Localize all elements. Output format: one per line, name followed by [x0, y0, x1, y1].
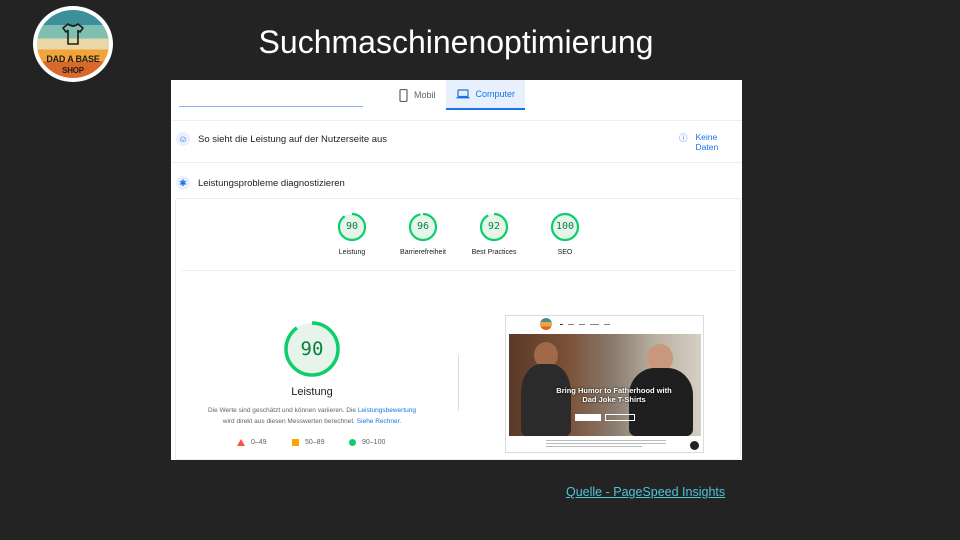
score-label: SEO: [557, 249, 573, 256]
score-label: Leistung: [338, 249, 366, 256]
tab-mobile[interactable]: Mobil: [389, 80, 446, 110]
divider: [181, 270, 736, 271]
url-underline: [179, 106, 363, 107]
score-gauge: 96: [408, 212, 438, 242]
divider: [171, 162, 742, 163]
diagnose-label: Leistungsprobleme diagnostizieren: [198, 177, 345, 189]
preview-hero-image: Bring Humor to Fatherhood with Dad Joke …: [509, 334, 701, 436]
score-performance[interactable]: 90 Leistung: [312, 212, 392, 256]
main-score-value: 90: [300, 338, 324, 360]
score-value: 96: [416, 221, 430, 232]
laptop-icon: [456, 89, 470, 99]
square-icon: [292, 439, 299, 446]
legend-label: 0–49: [251, 439, 267, 446]
tab-mobile-label: Mobil: [414, 90, 436, 100]
device-tabs: Mobil Computer: [389, 80, 526, 110]
note-text: wird direkt aus diesen Messwerten berech…: [222, 418, 357, 425]
score-gauge: 90: [337, 212, 367, 242]
no-data-label: Keine Daten: [695, 132, 719, 152]
calculator-link[interactable]: Siehe Rechner.: [357, 418, 401, 425]
preview-button: [575, 414, 601, 421]
preview-button: [605, 414, 635, 421]
field-data-row[interactable]: ☺ So sieht die Leistung auf der Nutzerse…: [176, 130, 387, 148]
score-value: 90: [345, 221, 359, 232]
chat-icon: [690, 441, 699, 450]
performance-score-link[interactable]: Leistungsbewertung: [358, 407, 416, 414]
legend-label: 90–100: [362, 439, 386, 446]
note-text: Die Werte sind geschätzt und können vari…: [207, 407, 358, 414]
field-data-label: So sieht die Leistung auf der Nutzerseit…: [198, 133, 388, 145]
score-accessibility[interactable]: 96 Barrierefreiheit: [383, 212, 463, 256]
no-data-link[interactable]: ⓘ Keine Daten: [679, 132, 742, 152]
source-link[interactable]: Quelle - PageSpeed Insights: [566, 485, 725, 499]
score-gauge: 92: [479, 212, 509, 242]
score-value: 100: [555, 221, 575, 232]
preview-navbar: ▬ ▬▬ ▬▬ ▬▬▬ ▬▬: [506, 316, 703, 332]
triangle-icon: [237, 439, 245, 446]
score-label: Barrierefreiheit: [400, 249, 446, 256]
divider: [171, 120, 742, 121]
main-score-label: Leistung: [291, 386, 333, 398]
page-preview-thumbnail: ▬ ▬▬ ▬▬ ▬▬▬ ▬▬ Bring Humor to Fatherhood…: [505, 315, 704, 453]
info-icon: ⓘ: [679, 133, 688, 143]
legend-item-pass: 90–100: [349, 439, 385, 446]
people-icon: ☺: [176, 132, 190, 146]
preview-logo: [540, 318, 552, 330]
smartphone-icon: [399, 88, 408, 102]
score-seo[interactable]: 100 SEO: [525, 212, 605, 256]
legend-item-average: 50–89: [292, 439, 324, 446]
slide-title: Suchmaschinenoptimierung: [258, 24, 654, 60]
lighthouse-icon: ✱: [176, 176, 190, 190]
circle-icon: [349, 439, 356, 446]
main-score-gauge: 90: [283, 320, 341, 378]
logo-text-line2: SHOP: [62, 66, 84, 75]
legend-item-fail: 0–49: [237, 439, 267, 446]
legend-label: 50–89: [305, 439, 325, 446]
score-value: 92: [487, 221, 501, 232]
score-best-practices[interactable]: 92 Best Practices: [454, 212, 534, 256]
score-label: Best Practices: [471, 249, 517, 256]
tab-desktop-label: Computer: [475, 89, 516, 99]
score-gauge: 100: [550, 212, 580, 242]
preview-headline: Bring Humor to Fatherhood with Dad Joke …: [556, 386, 672, 404]
diagnose-row[interactable]: ✱ Leistungsprobleme diagnostizieren: [176, 174, 345, 192]
preview-footer-text: [546, 440, 666, 450]
tab-desktop[interactable]: Computer: [445, 80, 526, 110]
divider: [458, 355, 459, 411]
pagespeed-screenshot: Mobil Computer ☺ So sieht die Leistung a…: [171, 80, 742, 460]
score-note: Die Werte sind geschätzt und können vari…: [191, 405, 433, 427]
